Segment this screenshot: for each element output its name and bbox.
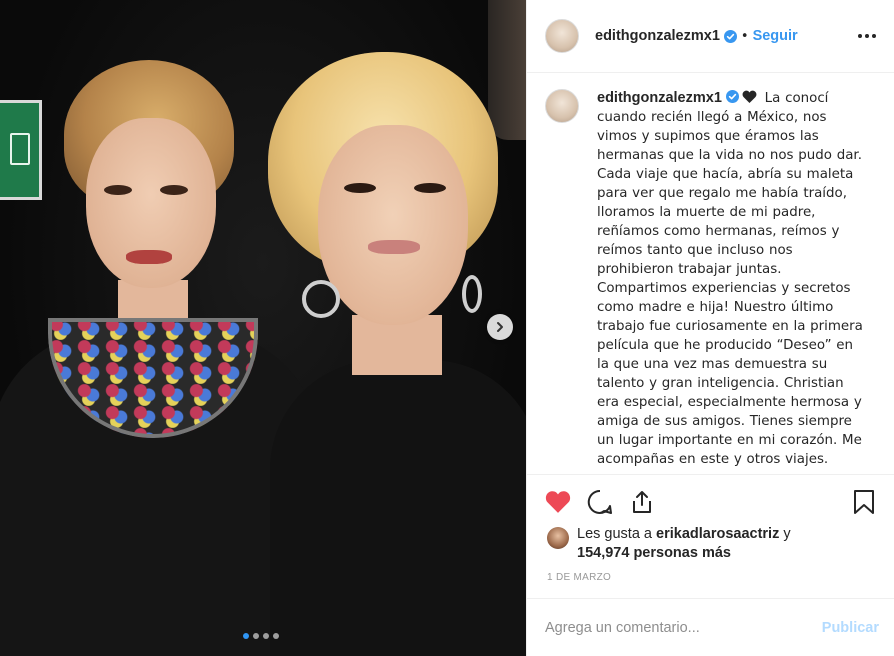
earring (302, 280, 340, 318)
caption-area: edithgonzalezmx1 La conocí cuando recién… (527, 73, 894, 473)
liker-avatar[interactable] (547, 527, 569, 549)
likes-text: Les gusta a erikadlarosaactriz y 154,974… (577, 525, 791, 563)
heart-filled-icon (545, 491, 571, 513)
post-photo[interactable] (0, 0, 526, 656)
exit-sign (0, 100, 42, 200)
verified-badge-icon (725, 90, 739, 103)
caption: edithgonzalezmx1 La conocí cuando recién… (597, 89, 867, 469)
comment-button[interactable] (585, 487, 615, 517)
left-woman-eye (104, 185, 132, 195)
post-date[interactable]: 1 DE MARZO (547, 572, 611, 583)
caption-username[interactable]: edithgonzalezmx1 (597, 90, 722, 106)
post-actions (527, 474, 894, 517)
like-button[interactable] (543, 487, 573, 517)
more-options-icon[interactable] (858, 34, 876, 38)
liker-username[interactable]: erikadlarosaactriz (656, 526, 779, 542)
likes-prefix: Les gusta a (577, 526, 652, 542)
bookmark-icon (854, 490, 874, 514)
author-avatar[interactable] (545, 19, 579, 53)
share-button[interactable] (627, 487, 657, 517)
save-button[interactable] (849, 487, 879, 517)
right-woman-eye (344, 183, 376, 193)
left-woman-lips (126, 250, 172, 264)
left-woman-eye (160, 185, 188, 195)
carousel-dot (253, 633, 259, 639)
right-woman-dress (270, 360, 526, 656)
black-heart-icon (742, 90, 757, 103)
separator-dot: • (740, 28, 749, 44)
post-side-panel: edithgonzalezmx1 • Seguir edithgonzalezm… (526, 0, 894, 656)
carousel-dot (243, 633, 249, 639)
carousel-indicator (243, 633, 279, 639)
publish-button[interactable]: Publicar (822, 620, 879, 636)
share-icon (633, 491, 651, 513)
earring (462, 275, 482, 313)
post-header: edithgonzalezmx1 • Seguir (527, 0, 894, 73)
caption-author-avatar[interactable] (545, 89, 579, 123)
likes-count[interactable]: 154,974 personas más (577, 545, 731, 561)
verified-badge-icon (723, 29, 737, 43)
follow-button[interactable]: Seguir (753, 28, 798, 44)
comment-icon (587, 489, 612, 514)
likes-joiner: y (783, 526, 791, 542)
right-woman-eye (414, 183, 446, 193)
caption-text: La conocí cuando recién llegó a México, … (597, 91, 863, 467)
carousel-dot (273, 633, 279, 639)
chevron-right-icon (497, 322, 503, 332)
next-photo-button[interactable] (487, 314, 513, 340)
right-woman-face (318, 125, 468, 325)
background-person (488, 0, 526, 140)
comment-input[interactable]: Agrega un comentario... (545, 620, 822, 636)
right-woman-lips (368, 240, 420, 254)
author-username[interactable]: edithgonzalezmx1 (595, 28, 720, 44)
carousel-dot (263, 633, 269, 639)
likes-summary: Les gusta a erikadlarosaactriz y 154,974… (547, 525, 791, 563)
comment-bar: Agrega un comentario... Publicar (527, 598, 894, 656)
